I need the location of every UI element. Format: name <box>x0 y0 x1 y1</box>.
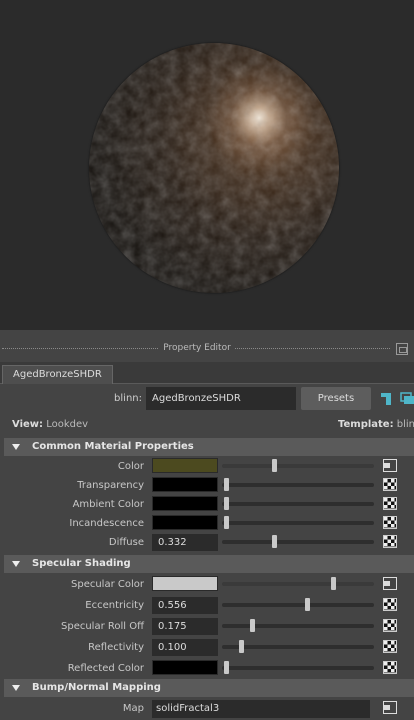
section-common-material-properties[interactable]: Common Material Properties <box>4 438 414 456</box>
tab-strip: AgedBronzeSHDR <box>0 362 414 384</box>
attr-label: Ambient Color <box>72 499 144 510</box>
color-swatch[interactable] <box>152 496 218 511</box>
collapse-triangle-icon[interactable] <box>12 685 20 691</box>
slider[interactable] <box>222 497 374 510</box>
color-swatch[interactable] <box>152 477 218 492</box>
value-field[interactable]: 0.556 <box>152 597 218 614</box>
view-prefix: View: <box>12 419 44 430</box>
go-to-output-icon[interactable] <box>383 701 397 714</box>
value-field[interactable]: 0.332 <box>152 534 218 551</box>
presets-button[interactable]: Presets <box>301 387 371 410</box>
slider[interactable] <box>222 598 374 611</box>
view-value[interactable]: Lookdev <box>46 419 88 430</box>
slider[interactable] <box>222 478 374 491</box>
value-field[interactable]: 0.100 <box>152 639 218 656</box>
float-panel-icon[interactable] <box>396 343 408 355</box>
slider-handle[interactable] <box>305 598 311 611</box>
section-specular-shading[interactable]: Specular Shading <box>4 555 414 573</box>
view-template-row: View: Lookdev Template: blinn <box>0 414 414 436</box>
slider-handle[interactable] <box>224 497 229 510</box>
node-name-field[interactable] <box>146 387 296 410</box>
tab-aged-bronze[interactable]: AgedBronzeSHDR <box>2 365 113 384</box>
attr-label: Eccentricity <box>85 600 144 611</box>
slider[interactable] <box>222 661 374 674</box>
attr-label: Transparency <box>77 480 144 491</box>
slider[interactable] <box>222 535 374 548</box>
attr-label: Incandescence <box>69 518 144 529</box>
color-swatch[interactable] <box>152 576 218 591</box>
map-texture-icon[interactable] <box>383 619 397 632</box>
map-texture-icon[interactable] <box>383 478 397 491</box>
collapse-triangle-icon[interactable] <box>12 444 20 450</box>
attr-label: Diffuse <box>108 537 144 548</box>
focus-input-icon[interactable] <box>380 392 392 406</box>
section-title: Bump/Normal Mapping <box>32 682 161 693</box>
node-type-label: blinn: <box>114 393 142 404</box>
attr-row: Reflectivity 0.100 <box>0 638 414 657</box>
slider-handle[interactable] <box>224 478 229 491</box>
attr-row: Diffuse 0.332 <box>0 533 414 552</box>
bump-texture-overlay <box>89 43 339 293</box>
bump-map-label: Map <box>122 703 144 714</box>
attr-label: Reflectivity <box>88 642 144 653</box>
attr-row: Reflected Color <box>0 659 414 678</box>
slider[interactable] <box>222 640 374 653</box>
attr-row: Specular Color <box>0 575 414 594</box>
map-texture-icon[interactable] <box>383 598 397 611</box>
color-swatch[interactable] <box>152 515 218 530</box>
slider-handle[interactable] <box>224 516 229 529</box>
template-prefix: Template: <box>338 419 394 430</box>
map-texture-icon[interactable] <box>383 516 397 529</box>
section-title: Specular Shading <box>32 558 131 569</box>
color-swatch[interactable] <box>152 458 218 473</box>
map-texture-icon[interactable] <box>383 497 397 510</box>
map-texture-icon[interactable] <box>383 661 397 674</box>
section-bump-normal-mapping[interactable]: Bump/Normal Mapping <box>4 679 414 697</box>
attr-label: Specular Color <box>71 579 144 590</box>
slider[interactable] <box>222 516 374 529</box>
map-texture-icon[interactable] <box>383 535 397 548</box>
attr-label: Reflected Color <box>67 663 144 674</box>
go-to-output-icon[interactable] <box>383 577 397 590</box>
map-texture-icon[interactable] <box>383 640 397 653</box>
slider-handle[interactable] <box>249 619 255 632</box>
attr-label: Color <box>117 461 144 472</box>
material-preview-viewport[interactable] <box>0 0 414 330</box>
slider[interactable] <box>222 459 374 472</box>
attr-row: Eccentricity 0.556 <box>0 596 414 615</box>
collapse-triangle-icon[interactable] <box>12 561 20 567</box>
color-swatch[interactable] <box>152 660 218 675</box>
panel-title: Property Editor <box>159 343 235 353</box>
focus-output-icon[interactable] <box>400 392 414 406</box>
property-editor-header[interactable]: Property Editor <box>0 338 414 360</box>
attr-row: Incandescence <box>0 514 414 533</box>
attr-row-bump-map: Map solidFractal3 <box>0 699 414 718</box>
slider-handle[interactable] <box>224 661 229 674</box>
slider-handle[interactable] <box>272 459 278 472</box>
node-name-row: blinn: Presets <box>0 384 414 414</box>
template-value[interactable]: blinn <box>397 419 414 430</box>
bump-map-field[interactable]: solidFractal3 <box>152 700 370 718</box>
attr-row: Ambient Color <box>0 495 414 514</box>
attr-row: Specular Roll Off 0.175 <box>0 617 414 636</box>
slider-handle[interactable] <box>330 577 336 590</box>
attr-row: Color <box>0 457 414 476</box>
slider[interactable] <box>222 619 374 632</box>
go-to-output-icon[interactable] <box>383 459 397 472</box>
attr-label: Specular Roll Off <box>61 621 144 632</box>
attr-row: Transparency <box>0 476 414 495</box>
section-title: Common Material Properties <box>32 441 194 452</box>
slider-handle[interactable] <box>238 640 244 653</box>
slider[interactable] <box>222 577 374 590</box>
slider-handle[interactable] <box>272 535 278 548</box>
value-field[interactable]: 0.175 <box>152 618 218 635</box>
